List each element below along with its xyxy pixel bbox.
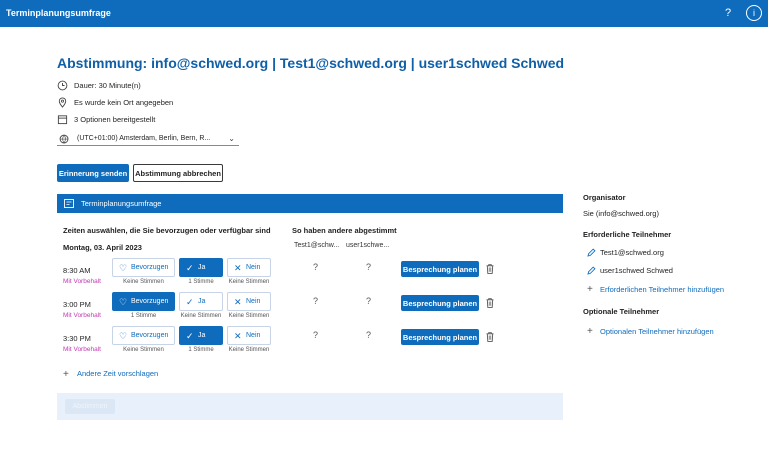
location-text: Es wurde kein Ort angegeben bbox=[74, 98, 174, 107]
organizer-heading: Organisator bbox=[583, 193, 626, 202]
close-icon: ✕ bbox=[234, 263, 242, 273]
others-voted-heading: So haben andere abgestimmt bbox=[292, 226, 397, 235]
attendee-name: Test1@schwed.org bbox=[600, 248, 664, 257]
app-title: Terminplanungsumfrage bbox=[6, 8, 111, 18]
suggest-other-time-link[interactable]: + Andere Zeit vorschlagen bbox=[63, 368, 159, 380]
timezone-value: (UTC+01:00) Amsterdam, Berlin, Bern, R..… bbox=[77, 135, 211, 142]
checkmark-icon: ✓ bbox=[186, 297, 194, 307]
heart-icon: ♡ bbox=[119, 331, 128, 341]
poll-panel-title: Terminplanungsumfrage bbox=[81, 199, 162, 208]
yes-count-2: Keine Stimmen bbox=[180, 313, 222, 319]
tentative-label-3: Mit Vorbehalt bbox=[63, 346, 101, 353]
poll-panel-header: Terminplanungsumfrage bbox=[57, 194, 563, 213]
prefer-button-3[interactable]: ♡ Bevorzugen bbox=[112, 326, 175, 345]
cancel-poll-button[interactable]: Abstimmung abbrechen bbox=[133, 164, 223, 182]
no-count-3: Keine Stimmen bbox=[228, 347, 270, 353]
checkmark-icon: ✓ bbox=[186, 263, 194, 273]
trash-icon[interactable] bbox=[486, 332, 494, 342]
options-text: 3 Optionen bereitgestellt bbox=[74, 115, 156, 124]
vote-status-1-1: ? bbox=[313, 262, 319, 272]
select-times-heading: Zeiten auswählen, die Sie bevorzugen ode… bbox=[63, 226, 271, 235]
heart-icon: ♡ bbox=[119, 263, 128, 273]
plus-icon: + bbox=[63, 369, 69, 380]
help-icon[interactable]: ? bbox=[720, 5, 736, 21]
date-heading: Montag, 03. April 2023 bbox=[63, 243, 142, 252]
yes-count-3: 1 Stimme bbox=[188, 347, 214, 353]
attendee-name: user1schwed Schwed bbox=[600, 266, 673, 275]
yes-label: Ja bbox=[198, 264, 206, 271]
prefer-label: Bevorzugen bbox=[131, 298, 169, 305]
close-icon: ✕ bbox=[234, 297, 242, 307]
plus-icon: + bbox=[587, 284, 593, 295]
no-count-2: Keine Stimmen bbox=[228, 313, 270, 319]
close-icon: ✕ bbox=[234, 331, 242, 341]
time-slot-3: 3:30 PM bbox=[63, 334, 91, 343]
vote-status-2-1: ? bbox=[313, 296, 319, 306]
send-reminder-button[interactable]: Erinnerung senden bbox=[57, 164, 129, 182]
chevron-down-icon: ⌄ bbox=[228, 134, 235, 143]
pencil-icon bbox=[587, 248, 596, 257]
prefer-label: Bevorzugen bbox=[131, 264, 169, 271]
prefer-count-3: Keine Stimmen bbox=[123, 347, 164, 353]
info-icon[interactable]: i bbox=[746, 5, 762, 21]
schedule-meeting-button-3[interactable]: Besprechung planen bbox=[401, 329, 479, 345]
yes-label: Ja bbox=[198, 332, 206, 339]
schedule-meeting-button-1[interactable]: Besprechung planen bbox=[401, 261, 479, 277]
timezone-dropdown[interactable]: (UTC+01:00) Amsterdam, Berlin, Bern, R..… bbox=[57, 133, 239, 146]
add-optional-label: Optionalen Teilnehmer hinzufügen bbox=[600, 327, 714, 336]
globe-clock-icon bbox=[59, 134, 69, 144]
poll-icon bbox=[64, 199, 74, 208]
prefer-button-2[interactable]: ♡ Bevorzugen bbox=[112, 292, 175, 311]
location-pin-icon bbox=[58, 97, 67, 108]
time-slot-2: 3:00 PM bbox=[63, 300, 91, 309]
prefer-label: Bevorzugen bbox=[131, 332, 169, 339]
schedule-meeting-button-2[interactable]: Besprechung planen bbox=[401, 295, 479, 311]
no-button-1[interactable]: ✕ Nein bbox=[227, 258, 271, 277]
pencil-icon bbox=[587, 266, 596, 275]
plus-icon: + bbox=[587, 326, 593, 337]
prefer-button-1[interactable]: ♡ Bevorzugen bbox=[112, 258, 175, 277]
checkmark-icon: ✓ bbox=[186, 331, 194, 341]
page-title: Abstimmung: info@schwed.org | Test1@schw… bbox=[57, 55, 565, 71]
time-slot-1: 8:30 AM bbox=[63, 266, 91, 275]
tentative-label-1: Mit Vorbehalt bbox=[63, 278, 101, 285]
suggest-label: Andere Zeit vorschlagen bbox=[76, 369, 159, 378]
participant-column-2: user1schwe... bbox=[346, 242, 390, 249]
vote-status-1-2: ? bbox=[366, 262, 372, 272]
no-button-2[interactable]: ✕ Nein bbox=[227, 292, 271, 311]
vote-status-3-1: ? bbox=[313, 330, 319, 340]
prefer-count-2: 1 Stimme bbox=[130, 313, 157, 319]
vote-status-2-2: ? bbox=[366, 296, 372, 306]
no-button-3[interactable]: ✕ Nein bbox=[227, 326, 271, 345]
prefer-count-1: Keine Stimmen bbox=[123, 279, 164, 285]
yes-label: Ja bbox=[198, 298, 206, 305]
yes-count-1: 1 Stimme bbox=[188, 279, 214, 285]
required-attendees-heading: Erforderliche Teilnehmer bbox=[583, 230, 672, 239]
trash-icon[interactable] bbox=[486, 298, 494, 308]
participant-column-1: Test1@schw... bbox=[294, 242, 340, 249]
organizer-name: Sie (info@schwed.org) bbox=[583, 209, 659, 218]
heart-icon: ♡ bbox=[119, 297, 128, 307]
vote-status-3-2: ? bbox=[366, 330, 372, 340]
calendar-icon bbox=[57, 115, 68, 125]
yes-button-2[interactable]: ✓ Ja bbox=[179, 292, 223, 311]
no-label: Nein bbox=[246, 332, 261, 339]
submit-vote-button[interactable]: Abstimmen bbox=[65, 399, 115, 414]
duration-text: Dauer: 30 Minute(n) bbox=[74, 81, 141, 90]
clock-icon bbox=[57, 80, 68, 91]
top-bar: Terminplanungsumfrage ? i bbox=[0, 0, 768, 27]
no-label: Nein bbox=[246, 264, 261, 271]
no-label: Nein bbox=[246, 298, 261, 305]
yes-button-1[interactable]: ✓ Ja bbox=[179, 258, 223, 277]
submit-bar: Abstimmen bbox=[57, 393, 563, 420]
trash-icon[interactable] bbox=[486, 264, 494, 274]
add-required-label: Erforderlichen Teilnehmer hinzufügen bbox=[600, 285, 725, 294]
optional-attendees-heading: Optionale Teilnehmer bbox=[583, 307, 660, 316]
tentative-label-2: Mit Vorbehalt bbox=[63, 312, 101, 319]
yes-button-3[interactable]: ✓ Ja bbox=[179, 326, 223, 345]
no-count-1: Keine Stimmen bbox=[228, 279, 270, 285]
